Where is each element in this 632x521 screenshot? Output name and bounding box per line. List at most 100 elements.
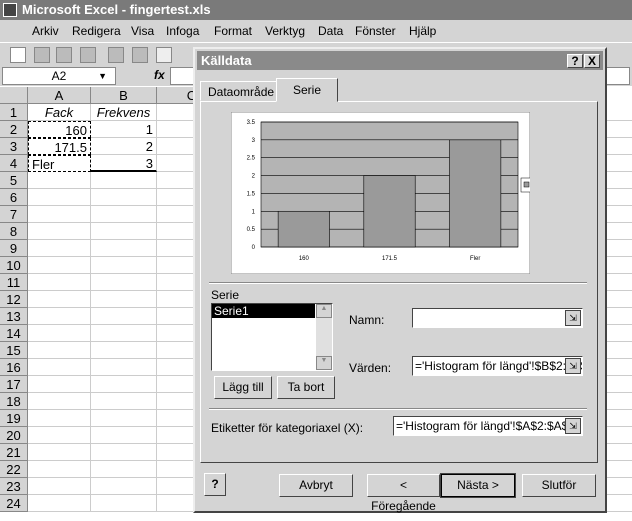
row-header-24[interactable]: 24 [0, 495, 28, 512]
next-button[interactable]: Nästa > [440, 473, 516, 498]
cell-B23[interactable] [91, 478, 157, 495]
scroll-down-icon[interactable]: ▼ [316, 356, 332, 370]
menu-redigera[interactable]: Redigera [72, 20, 121, 42]
cell-B15[interactable] [91, 342, 157, 359]
menu-arkiv[interactable]: Arkiv [32, 20, 59, 42]
series-list[interactable]: Serie1 ▲ ▼ [211, 303, 333, 371]
cell-A9[interactable] [28, 240, 91, 257]
menu-format[interactable]: Format [214, 20, 252, 42]
menu-fonster[interactable]: Fönster [355, 20, 396, 42]
menu-visa[interactable]: Visa [131, 20, 154, 42]
cell-A10[interactable] [28, 257, 91, 274]
cell-B17[interactable] [91, 376, 157, 393]
cell-A15[interactable] [28, 342, 91, 359]
cell-B8[interactable] [91, 223, 157, 240]
cell-B21[interactable] [91, 444, 157, 461]
cell-B4[interactable]: 3 [91, 155, 157, 172]
row-header-23[interactable]: 23 [0, 478, 28, 495]
menu-verktyg[interactable]: Verktyg [265, 20, 305, 42]
cell-A14[interactable] [28, 325, 91, 342]
menu-infoga[interactable]: Infoga [166, 20, 199, 42]
row-header-18[interactable]: 18 [0, 393, 28, 410]
open-icon[interactable] [34, 47, 50, 63]
row-header-16[interactable]: 16 [0, 359, 28, 376]
save-icon[interactable] [56, 47, 72, 63]
cell-A17[interactable] [28, 376, 91, 393]
row-header-9[interactable]: 9 [0, 240, 28, 257]
help-button[interactable]: ? [204, 473, 226, 496]
collapse-dialog-icon[interactable]: ⇲ [565, 310, 581, 326]
row-header-19[interactable]: 19 [0, 410, 28, 427]
row-header-1[interactable]: 1 [0, 104, 28, 121]
values-input[interactable]: ='Histogram för längd'!$B$2:$B$4 ⇲ [412, 356, 583, 376]
cell-B6[interactable] [91, 189, 157, 206]
row-header-10[interactable]: 10 [0, 257, 28, 274]
scroll-up-icon[interactable]: ▲ [316, 304, 332, 318]
cell-B10[interactable] [91, 257, 157, 274]
row-header-12[interactable]: 12 [0, 291, 28, 308]
cell-B24[interactable] [91, 495, 157, 512]
cell-B13[interactable] [91, 308, 157, 325]
cell-A8[interactable] [28, 223, 91, 240]
column-header-B[interactable]: B [91, 87, 157, 104]
cell-A21[interactable] [28, 444, 91, 461]
cell-A23[interactable] [28, 478, 91, 495]
row-header-14[interactable]: 14 [0, 325, 28, 342]
permission-icon[interactable] [80, 47, 96, 63]
chevron-down-icon[interactable]: ▼ [98, 68, 107, 84]
cell-A2[interactable]: 160 [28, 121, 91, 138]
cell-A6[interactable] [28, 189, 91, 206]
cell-A22[interactable] [28, 461, 91, 478]
series-list-item[interactable]: Serie1 [212, 304, 315, 318]
collapse-dialog-icon[interactable]: ⇲ [565, 358, 581, 374]
collapse-dialog-icon[interactable]: ⇲ [565, 418, 581, 434]
cell-B18[interactable] [91, 393, 157, 410]
column-header-A[interactable]: A [28, 87, 91, 104]
cell-B19[interactable] [91, 410, 157, 427]
cell-A18[interactable] [28, 393, 91, 410]
cell-A19[interactable] [28, 410, 91, 427]
scrollbar[interactable]: ▲ ▼ [316, 304, 332, 370]
cell-B1[interactable]: Frekvens [91, 104, 157, 121]
row-header-2[interactable]: 2 [0, 121, 28, 138]
new-icon[interactable] [10, 47, 26, 63]
cell-B3[interactable]: 2 [91, 138, 157, 155]
menu-hjalp[interactable]: Hjälp [409, 20, 436, 42]
cell-A4[interactable]: Fler [28, 155, 91, 172]
cell-A1[interactable]: Fack [28, 104, 91, 121]
spelling-icon[interactable] [156, 47, 172, 63]
cell-A12[interactable] [28, 291, 91, 308]
name-input[interactable]: ⇲ [412, 308, 583, 328]
cell-A16[interactable] [28, 359, 91, 376]
close-button[interactable]: X [584, 54, 600, 68]
row-header-15[interactable]: 15 [0, 342, 28, 359]
cell-B9[interactable] [91, 240, 157, 257]
row-header-4[interactable]: 4 [0, 155, 28, 172]
help-title-button[interactable]: ? [567, 54, 583, 68]
cell-B12[interactable] [91, 291, 157, 308]
row-header-7[interactable]: 7 [0, 206, 28, 223]
row-header-11[interactable]: 11 [0, 274, 28, 291]
menu-data[interactable]: Data [318, 20, 343, 42]
cell-A5[interactable] [28, 172, 91, 189]
cell-B2[interactable]: 1 [91, 121, 157, 138]
print-icon[interactable] [108, 47, 124, 63]
cell-A11[interactable] [28, 274, 91, 291]
row-header-17[interactable]: 17 [0, 376, 28, 393]
row-header-22[interactable]: 22 [0, 461, 28, 478]
cell-B16[interactable] [91, 359, 157, 376]
row-header-13[interactable]: 13 [0, 308, 28, 325]
row-header-6[interactable]: 6 [0, 189, 28, 206]
cell-B20[interactable] [91, 427, 157, 444]
remove-series-button[interactable]: Ta bort [277, 376, 335, 399]
name-box[interactable]: A2 ▼ [2, 67, 116, 85]
add-series-button[interactable]: Lägg till [214, 376, 272, 399]
cell-A7[interactable] [28, 206, 91, 223]
row-header-5[interactable]: 5 [0, 172, 28, 189]
cancel-button[interactable]: Avbryt [279, 474, 353, 497]
cell-A24[interactable] [28, 495, 91, 512]
select-all-corner[interactable] [0, 87, 28, 104]
cell-A13[interactable] [28, 308, 91, 325]
back-button[interactable]: < Föregående [367, 474, 440, 513]
tab-serie[interactable]: Serie [276, 78, 339, 102]
